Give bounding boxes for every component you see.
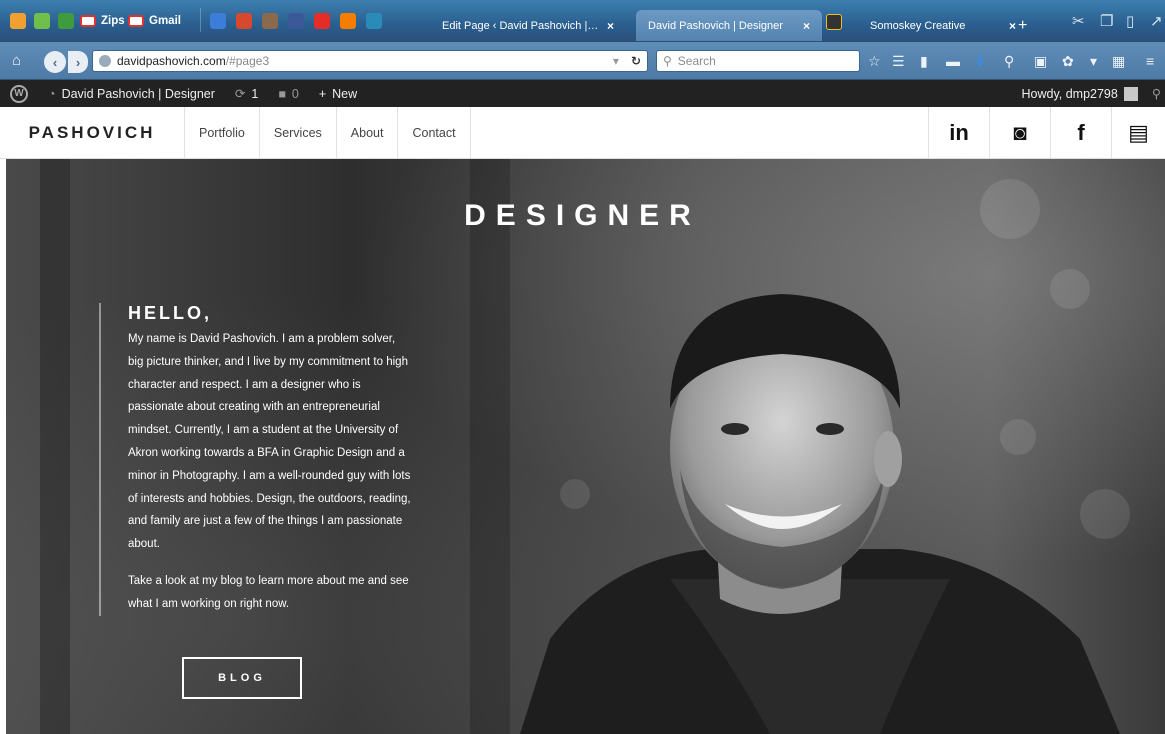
updates-icon: ⟳ (234, 87, 246, 101)
wp-search[interactable]: ⚲ (1148, 80, 1165, 107)
rss-icon[interactable] (210, 13, 226, 29)
tab-somoskey-creative[interactable]: Somoskey Creative × (858, 10, 1028, 41)
chevron-down-icon[interactable]: ▾ (1090, 53, 1097, 70)
forward-button[interactable]: › (68, 51, 88, 73)
comment-icon: ■ (278, 86, 286, 101)
linkedin-icon[interactable]: in (928, 107, 989, 158)
instagram-icon[interactable]: ◙ (989, 107, 1050, 158)
wp-logo-menu[interactable]: W (0, 80, 38, 107)
blog-button[interactable]: BLOG (182, 657, 302, 699)
wp-admin-bar: W ◔ David Pashovich | Designer ⟳ 1 ■ 0 +… (0, 80, 1165, 107)
search-bar[interactable]: ⚲ Search (656, 50, 860, 72)
site-header: PASHOVICH Portfolio Services About Conta… (0, 107, 1165, 159)
url-host: davidpashovich.com (117, 54, 226, 68)
intro-bio: My name is David Pashovich. I am a probl… (128, 333, 411, 551)
zoom-icon[interactable]: ⚲ (1004, 53, 1014, 70)
behance-icon[interactable] (366, 13, 382, 29)
avatar (1123, 86, 1138, 101)
facebook-bookmark-icon[interactable] (288, 13, 304, 29)
tab-edit-page[interactable]: Edit Page ‹ David Pashovich | D... × (430, 10, 626, 41)
bookmark-notes-icon[interactable] (34, 13, 50, 29)
intro-greeting: HELLO, (128, 303, 212, 323)
facebook-icon[interactable]: f (1050, 107, 1111, 158)
background-tree (470, 159, 510, 734)
gmail-icon (80, 15, 96, 27)
youtube-icon[interactable] (314, 13, 330, 29)
wp-site-name[interactable]: ◔ David Pashovich | Designer (38, 80, 225, 107)
addon-icon[interactable]: ▦ (1112, 53, 1125, 70)
bookmark-gmail[interactable]: Gmail (128, 10, 181, 32)
bookmark-separator (200, 8, 201, 32)
site-logo[interactable]: PASHOVICH (0, 107, 185, 158)
forward-arrow-icon: › (75, 54, 81, 70)
save-icon[interactable]: ▣ (1034, 53, 1047, 70)
instagram-bookmark-icon[interactable] (262, 13, 278, 29)
close-icon[interactable]: × (607, 19, 614, 33)
wp-account[interactable]: Howdy, dmp2798 (1011, 80, 1147, 107)
search-placeholder: Search (677, 54, 716, 68)
scissors-icon[interactable]: ✂ (1072, 12, 1085, 30)
dashboard-icon: ◔ (48, 86, 56, 101)
bookmark-leaf-icon[interactable] (58, 13, 74, 29)
nav-services[interactable]: Services (260, 107, 337, 158)
bookmarks-list-icon[interactable]: ☰ (892, 53, 905, 70)
hero-headline: DESIGNER (464, 199, 701, 232)
clipboard-icon[interactable]: ▯ (1126, 12, 1134, 30)
wordpress-icon: W (10, 84, 28, 103)
dropdown-icon[interactable]: ▾ (613, 54, 619, 68)
blogger-icon[interactable] (340, 13, 356, 29)
folder-icon[interactable]: ▬ (946, 53, 960, 69)
back-arrow-icon: ‹ (52, 54, 58, 70)
intro-cta-text: Take a look at my blog to learn more abo… (128, 574, 409, 610)
browser-toolbar: ⌂ ‹ › davidpashovich.com/#page3 ▾ ↻ ⚲ Se… (0, 42, 1165, 80)
gmail-icon (128, 15, 144, 27)
browser-tab-strip: Zips Gmail Edit Page ‹ David Pashovich |… (0, 0, 1165, 42)
search-icon: ⚲ (1151, 87, 1161, 101)
extension-icon[interactable]: ✿ (1062, 53, 1074, 70)
nav-contact[interactable]: Contact (398, 107, 471, 158)
wp-comments[interactable]: ■ 0 (268, 80, 309, 107)
page-icon[interactable]: ▮ (920, 53, 928, 70)
back-button[interactable]: ‹ (44, 51, 66, 73)
reload-icon[interactable]: ↻ (631, 54, 641, 68)
intro-block: HELLO, My name is David Pashovich. I am … (99, 303, 411, 616)
tab-favicon-icon (826, 14, 842, 30)
bookmark-zips[interactable]: Zips (80, 10, 125, 32)
search-icon: ⚲ (663, 54, 672, 68)
nav-portfolio[interactable]: Portfolio (185, 107, 260, 158)
background-tree (40, 159, 70, 734)
hero-section: DESIGNER HELLO, My name is David Pashovi… (0, 159, 1165, 734)
resume-icon[interactable]: ▤ (1111, 107, 1165, 158)
tab-david-pashovich[interactable]: David Pashovich | Designer × (636, 10, 822, 41)
wp-new[interactable]: + New (309, 80, 367, 107)
address-bar[interactable]: davidpashovich.com/#page3 ▾ ↻ (92, 50, 648, 72)
plus-icon: + (318, 86, 327, 101)
bookmark-app-icon[interactable] (10, 13, 26, 29)
download-icon[interactable]: ⬇ (974, 53, 986, 70)
close-icon[interactable]: × (803, 19, 810, 33)
home-icon[interactable]: ⌂ (12, 52, 21, 69)
new-tab-button[interactable]: + (1012, 10, 1042, 41)
copy-icon[interactable]: ❐ (1100, 12, 1113, 30)
portrait-photo (520, 294, 1120, 734)
tool-icon[interactable]: ↗ (1150, 12, 1163, 30)
wp-updates[interactable]: ⟳ 1 (225, 80, 268, 107)
page-left-edge (0, 159, 6, 734)
globe-icon (99, 55, 111, 67)
menu-icon[interactable]: ≡ (1146, 53, 1154, 69)
google-plus-icon[interactable] (236, 13, 252, 29)
bookmark-star-icon[interactable]: ☆ (868, 53, 881, 70)
nav-about[interactable]: About (337, 107, 399, 158)
url-path: /#page3 (225, 54, 270, 68)
